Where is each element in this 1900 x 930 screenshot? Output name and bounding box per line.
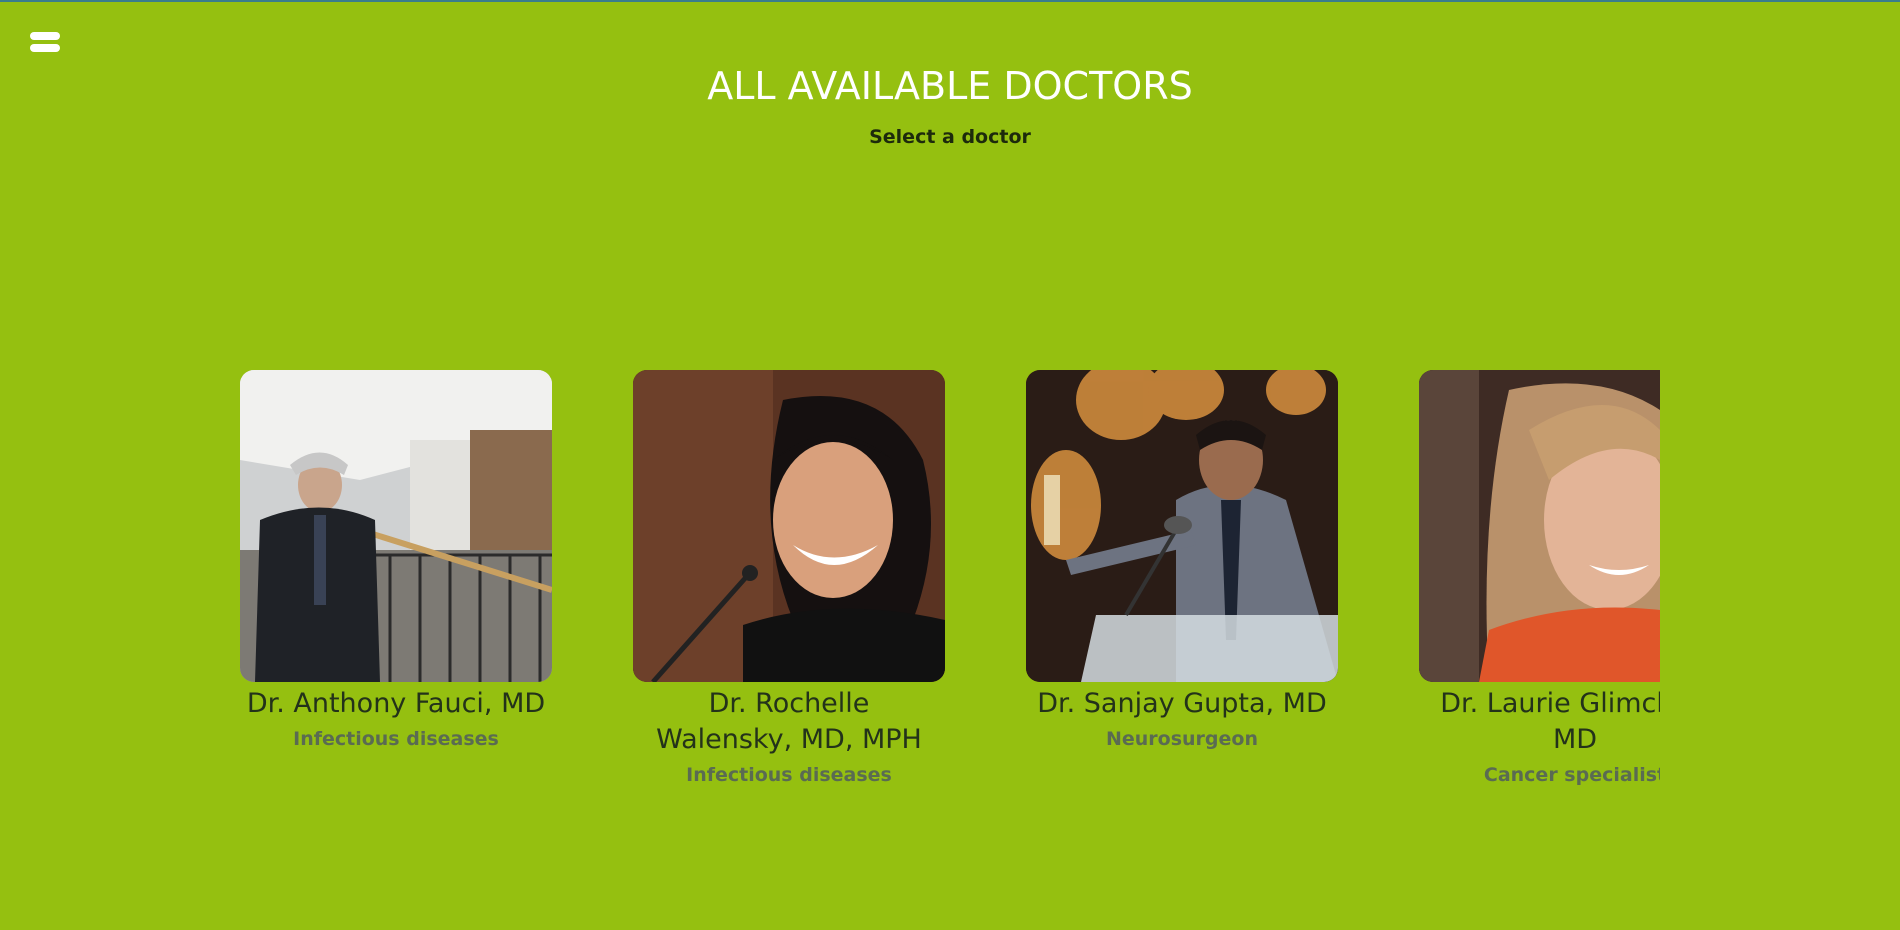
hamburger-menu-icon[interactable] xyxy=(28,30,62,56)
doctor-card[interactable]: Dr. Sanjay Gupta, MD Neurosurgeon xyxy=(1026,370,1338,750)
doctor-card[interactable]: Dr. Laurie Glimcher, MD Cancer specialis… xyxy=(1419,370,1660,786)
doctor-photo xyxy=(1419,370,1660,682)
page-title: ALL AVAILABLE DOCTORS xyxy=(707,64,1193,108)
doctor-name: Dr. Anthony Fauci, MD xyxy=(246,688,546,719)
doctor-name: Dr. Laurie Glimcher, MD xyxy=(1440,688,1660,755)
menu-bar-bottom xyxy=(30,44,60,52)
doctor-specialty: Neurosurgeon xyxy=(1105,728,1258,750)
doctor-name: Dr. Sanjay Gupta, MD xyxy=(1037,688,1327,719)
menu-bar-top xyxy=(30,32,60,40)
doctor-card[interactable]: Dr. Anthony Fauci, MD Infectious disease… xyxy=(240,370,552,750)
doctor-card[interactable]: Dr. Rochelle Walensky, MD, MPH Infectiou… xyxy=(633,370,945,786)
doctor-specialty: Cancer specialist xyxy=(1483,764,1660,786)
doctors-carousel: Dr. Anthony Fauci, MD Infectious disease… xyxy=(240,370,1660,820)
page: ALL AVAILABLE DOCTORS Select a doctor Dr… xyxy=(0,0,1900,930)
doctor-photo xyxy=(240,370,552,682)
doctor-name: Dr. Rochelle Walensky, MD, MPH xyxy=(656,688,922,755)
doctor-photo xyxy=(1026,370,1338,682)
doctor-specialty: Infectious diseases xyxy=(293,728,499,750)
doctor-specialty: Infectious diseases xyxy=(686,764,892,786)
page-subtitle: Select a doctor xyxy=(869,126,1031,148)
doctor-photo xyxy=(633,370,945,682)
